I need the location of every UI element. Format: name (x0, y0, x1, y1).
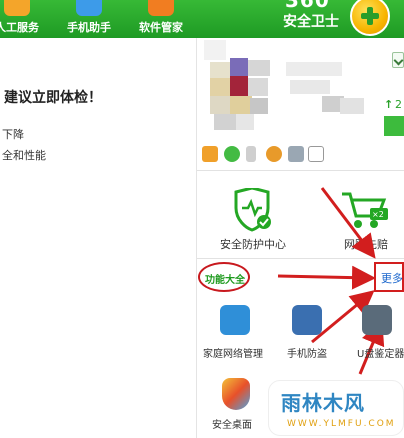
home-network-icon[interactable] (220, 305, 250, 335)
watermark-url: WWW.YLMFU.COM (287, 419, 396, 429)
phone-antitheft-icon[interactable] (292, 305, 322, 335)
app-label[interactable]: U盘鉴定器 (357, 345, 404, 360)
app-label[interactable]: 家庭网络管理 (203, 345, 263, 360)
usb-checker-icon[interactable] (362, 305, 392, 335)
app-label[interactable]: 安全桌面 (212, 416, 252, 431)
app-label[interactable]: 手机防盗 (287, 345, 327, 360)
secure-desktop-icon[interactable] (222, 378, 250, 410)
site-watermark: 雨林木风 WWW.YLMFU.COM (268, 380, 404, 436)
watermark-title: 雨林木风 (281, 391, 365, 415)
annotation-arrows (277, 187, 385, 375)
